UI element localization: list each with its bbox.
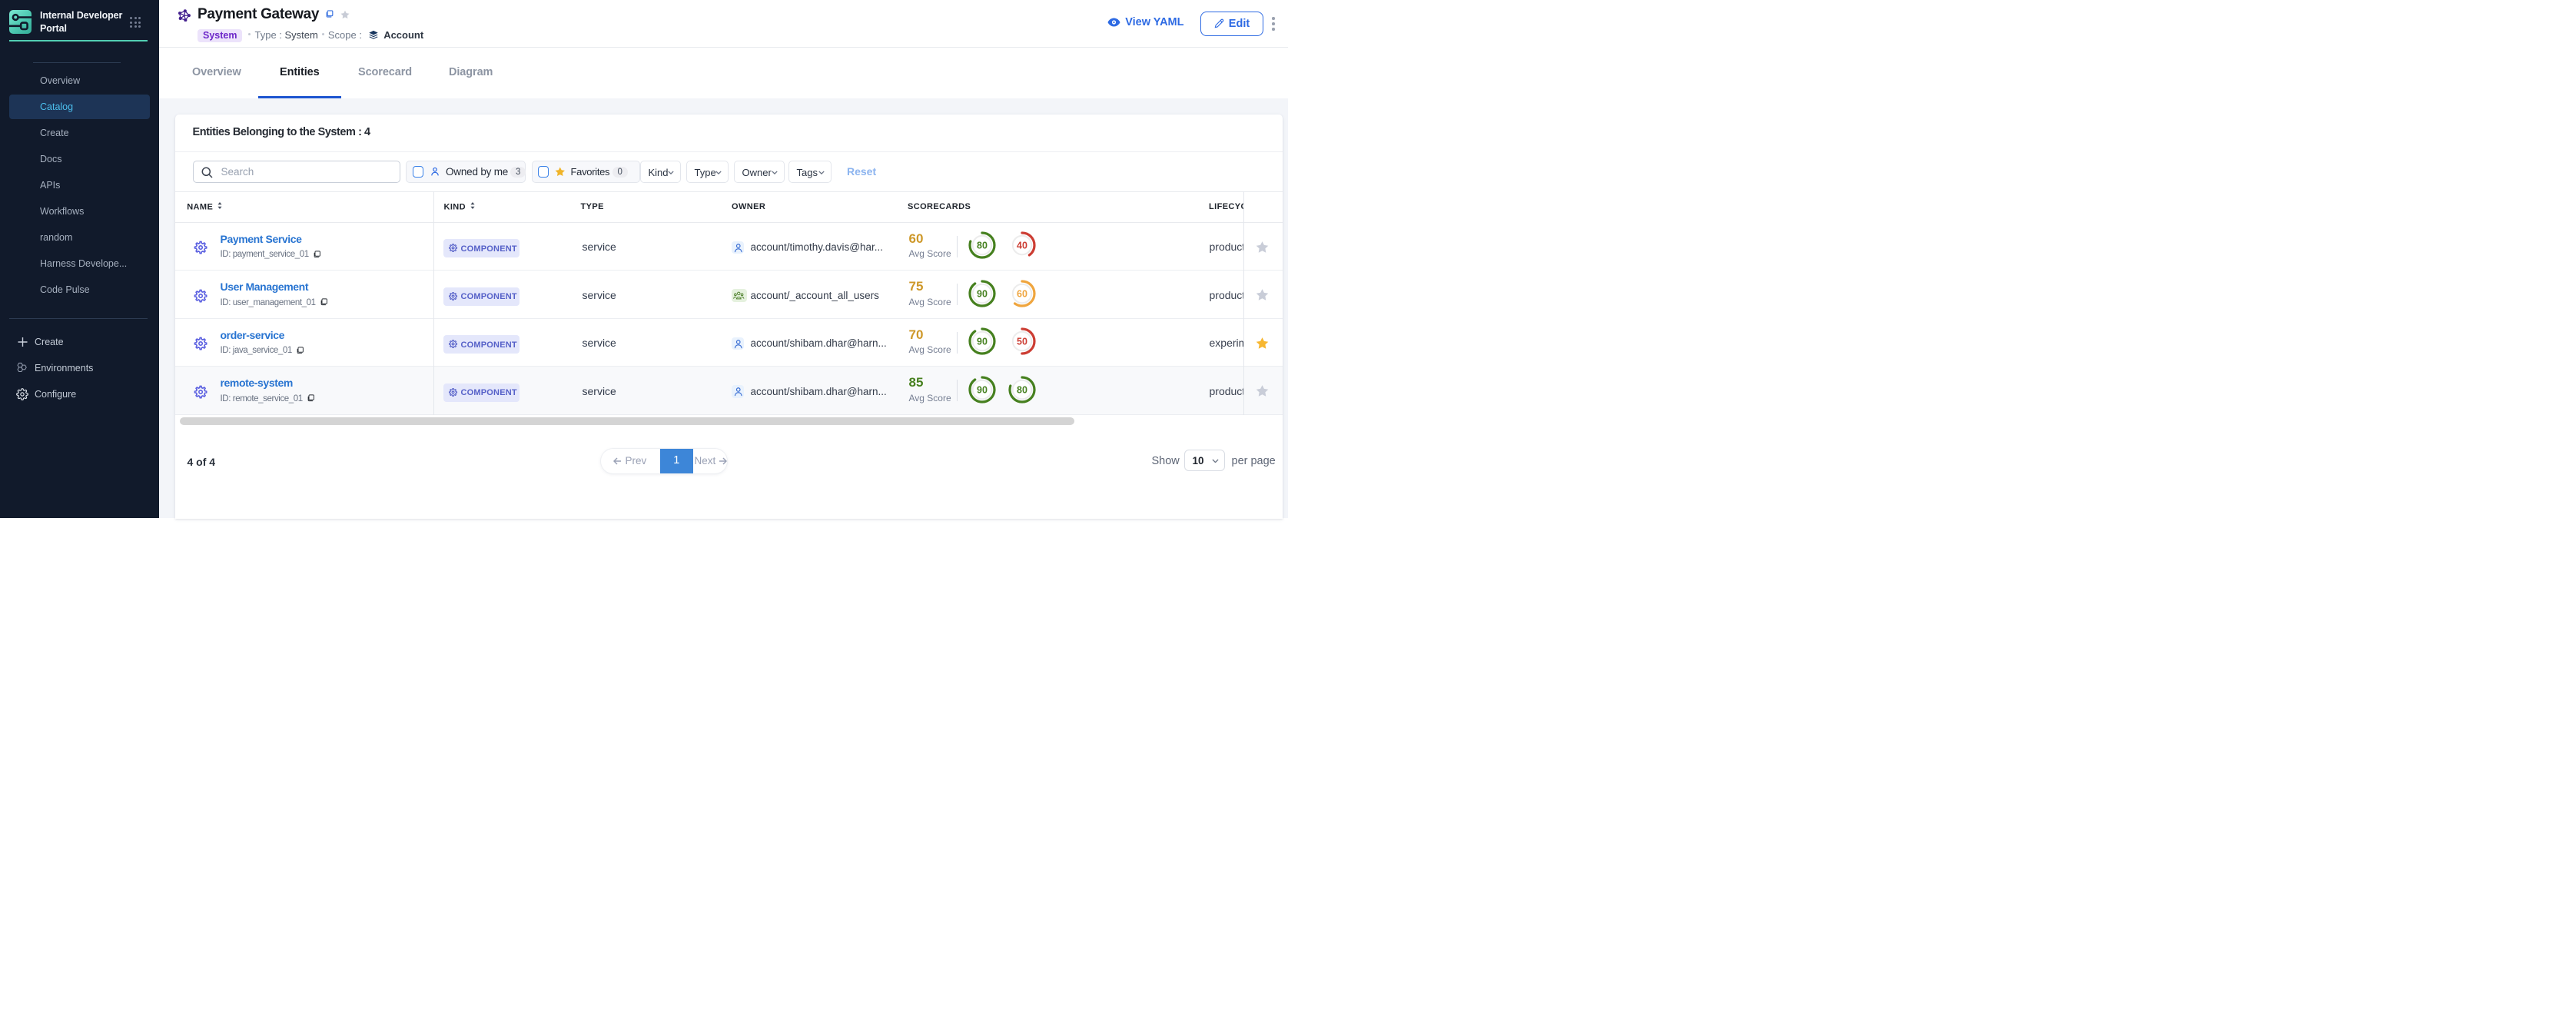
- svg-text:40: 40: [1017, 241, 1027, 251]
- svg-text:80: 80: [1017, 384, 1027, 395]
- svg-text:90: 90: [977, 384, 988, 395]
- svg-text:80: 80: [977, 241, 988, 251]
- svg-text:60: 60: [1017, 288, 1027, 299]
- svg-text:50: 50: [1017, 337, 1027, 347]
- svg-text:90: 90: [977, 337, 988, 347]
- svg-text:90: 90: [977, 288, 988, 299]
